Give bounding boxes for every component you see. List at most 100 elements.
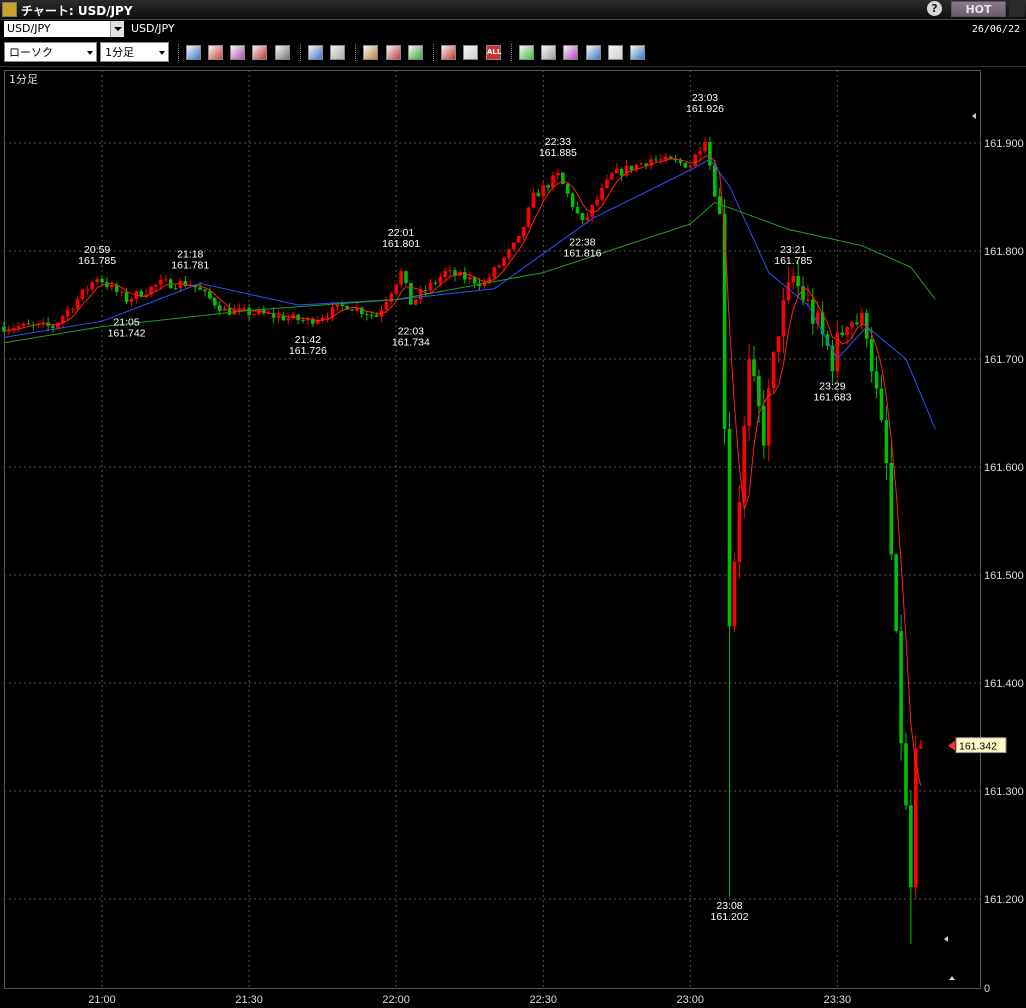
candle-body xyxy=(438,276,443,283)
candle-body xyxy=(585,216,590,221)
candle-body xyxy=(399,271,403,285)
download-icon[interactable] xyxy=(186,45,201,60)
candle-body xyxy=(212,298,217,306)
candle-body xyxy=(198,287,202,290)
candle-body xyxy=(110,284,114,288)
candle-body xyxy=(678,160,683,163)
candle-icon[interactable] xyxy=(441,45,456,60)
symbol-select[interactable]: USD/JPY xyxy=(4,21,124,37)
x-tick-label: 22:30 xyxy=(529,994,557,1006)
cursor-icon[interactable] xyxy=(563,45,578,60)
x-tick-label: 23:30 xyxy=(824,994,852,1006)
disabled-icon[interactable] xyxy=(275,45,290,60)
candle-body xyxy=(26,323,31,325)
window-title: チャート: USD/JPY xyxy=(21,4,133,18)
hot-button[interactable]: HOT xyxy=(951,1,1006,17)
chevron-down-icon[interactable] xyxy=(110,21,124,37)
chart-background xyxy=(0,68,1026,1008)
x-tick-label: 21:00 xyxy=(88,994,116,1006)
candle-body xyxy=(95,279,99,283)
annotation-price: 161.202 xyxy=(711,911,749,923)
candle-body xyxy=(605,179,609,189)
candle-body xyxy=(448,270,452,272)
candle-body xyxy=(526,207,531,227)
symbol-select-value: USD/JPY xyxy=(7,22,51,35)
candle-body xyxy=(688,166,693,168)
timeframe-select[interactable]: 1分足 xyxy=(100,42,169,62)
candle-body xyxy=(374,314,379,317)
candle-body xyxy=(492,267,497,278)
crosshair-icon[interactable] xyxy=(330,45,345,60)
candle-body xyxy=(286,318,291,321)
y-tick-label: 0 xyxy=(984,983,990,995)
candle-body xyxy=(497,265,501,268)
candle-body xyxy=(570,193,575,207)
candle-body xyxy=(276,315,281,318)
search-icon[interactable] xyxy=(308,45,323,60)
candle-body xyxy=(663,156,668,160)
candle-body xyxy=(61,316,65,323)
candle-body xyxy=(75,298,80,309)
close-button[interactable] xyxy=(1009,1,1025,17)
toolbar-separator xyxy=(511,44,514,61)
tool-icon[interactable] xyxy=(541,45,556,60)
candle-body xyxy=(776,336,781,352)
candle-body xyxy=(698,151,702,155)
candle-body xyxy=(909,805,913,888)
grid-icon[interactable] xyxy=(230,45,245,60)
candle-body xyxy=(659,159,663,161)
title-bar: チャート: USD/JPY ? HOT xyxy=(0,0,1026,20)
candle-body xyxy=(693,154,697,167)
x-tick-label: 21:30 xyxy=(235,994,263,1006)
all-icon[interactable]: ALL xyxy=(486,45,501,60)
candle-body xyxy=(65,309,70,317)
candle-body xyxy=(600,188,604,200)
candle-body xyxy=(536,192,541,197)
color-icon[interactable] xyxy=(408,45,423,60)
annotation-price: 161.816 xyxy=(563,248,601,260)
candle-body xyxy=(590,204,595,217)
candle-body xyxy=(394,284,398,294)
candle-body xyxy=(85,289,90,291)
candle-body xyxy=(340,304,345,307)
annotation-price: 161.926 xyxy=(686,103,724,115)
settings-icon[interactable] xyxy=(363,45,378,60)
candle-body xyxy=(845,326,849,336)
y-tick-label: 161.200 xyxy=(984,894,1024,906)
chart-type-select[interactable]: ローソク xyxy=(4,42,97,62)
trash-icon[interactable] xyxy=(630,45,645,60)
candle-body xyxy=(242,307,247,309)
candle-body xyxy=(413,299,418,305)
candle-body xyxy=(732,561,737,627)
candle-body xyxy=(227,308,232,315)
pencil-icon[interactable] xyxy=(386,45,401,60)
candle-body xyxy=(502,257,506,266)
candle-body xyxy=(580,213,585,221)
candle-body xyxy=(884,420,889,463)
chevron-down-icon xyxy=(87,51,93,55)
candle-body xyxy=(747,359,751,427)
candle-body xyxy=(516,236,521,243)
candle-body xyxy=(546,185,550,188)
line-delete-icon[interactable] xyxy=(463,45,478,60)
candle-body xyxy=(159,279,163,285)
candle-body xyxy=(119,291,124,293)
candle-body xyxy=(855,322,859,325)
zoom-magnify-icon[interactable] xyxy=(208,45,223,60)
arrow-icon[interactable] xyxy=(586,45,601,60)
candle-body xyxy=(786,282,791,301)
candle-body xyxy=(409,282,413,305)
trendline-icon[interactable] xyxy=(519,45,534,60)
y-tick-label: 161.800 xyxy=(984,246,1024,258)
notes-icon[interactable] xyxy=(608,45,623,60)
help-icon[interactable]: ? xyxy=(927,1,942,16)
candle-body xyxy=(369,314,374,316)
candlestick-chart[interactable]: 161.900 161.800 161.700 161.600 161.500 161.4… xyxy=(0,68,1026,1008)
compare-icon[interactable] xyxy=(252,45,267,60)
x-tick-label: 22:00 xyxy=(382,994,410,1006)
candle-body xyxy=(443,270,447,277)
candle-body xyxy=(21,323,26,327)
candle-body xyxy=(433,282,438,284)
candle-body xyxy=(56,322,60,328)
candle-body xyxy=(178,281,183,289)
